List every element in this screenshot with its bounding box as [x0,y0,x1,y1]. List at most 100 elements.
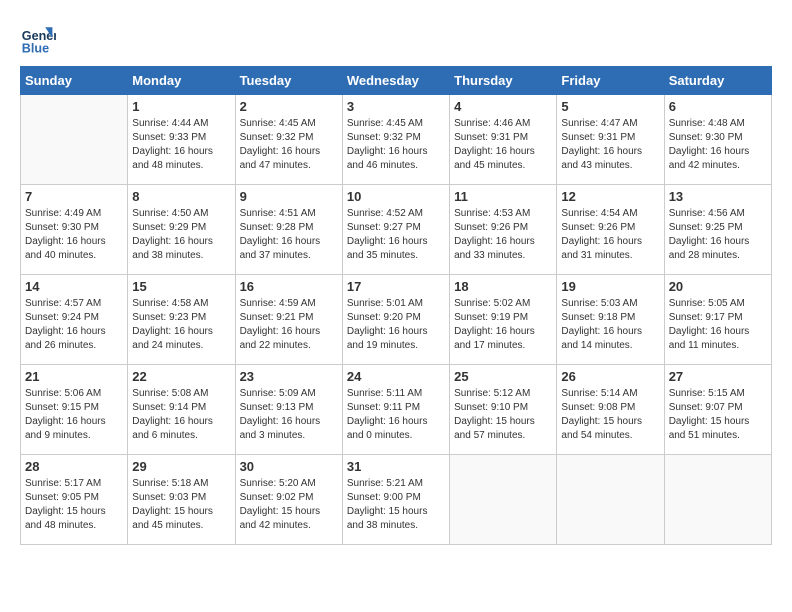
weekday-thursday: Thursday [450,67,557,95]
day-number: 5 [561,99,659,114]
weekday-header-row: SundayMondayTuesdayWednesdayThursdayFrid… [21,67,772,95]
day-info: Sunrise: 5:06 AM Sunset: 9:15 PM Dayligh… [25,387,123,443]
week-row-2: 7 Sunrise: 4:49 AM Sunset: 9:30 PM Daylig… [21,185,772,275]
weekday-monday: Monday [128,67,235,95]
calendar-body: 1 Sunrise: 4:44 AM Sunset: 9:33 PM Daylig… [21,95,772,545]
calendar-cell: 9 Sunrise: 4:51 AM Sunset: 9:28 PM Daylig… [235,185,342,275]
calendar-cell: 24 Sunrise: 5:11 AM Sunset: 9:11 PM Dayli… [342,365,449,455]
calendar-cell [664,455,771,545]
calendar-cell [557,455,664,545]
svg-text:Blue: Blue [22,41,49,55]
day-number: 3 [347,99,445,114]
day-info: Sunrise: 4:47 AM Sunset: 9:31 PM Dayligh… [561,117,659,173]
calendar-cell: 26Sunrise: 5:14 AM Sunset: 9:08 PM Dayli… [557,365,664,455]
day-info: Sunrise: 4:58 AM Sunset: 9:23 PM Dayligh… [132,297,230,353]
logo: General Blue [20,20,62,56]
calendar-cell: 14 Sunrise: 4:57 AM Sunset: 9:24 PM Dayli… [21,275,128,365]
day-info: Sunrise: 4:51 AM Sunset: 9:28 PM Dayligh… [240,207,338,263]
calendar-cell: 23 Sunrise: 5:09 AM Sunset: 9:13 PM Dayli… [235,365,342,455]
day-info: Sunrise: 5:20 AM Sunset: 9:02 PM Dayligh… [240,477,338,533]
day-info: Sunrise: 5:09 AM Sunset: 9:13 PM Dayligh… [240,387,338,443]
day-number: 19 [561,279,659,294]
logo-icon: General Blue [20,20,56,56]
week-row-3: 14 Sunrise: 4:57 AM Sunset: 9:24 PM Dayli… [21,275,772,365]
day-number: 8 [132,189,230,204]
day-number: 16 [240,279,338,294]
weekday-tuesday: Tuesday [235,67,342,95]
calendar-cell: 21 Sunrise: 5:06 AM Sunset: 9:15 PM Dayli… [21,365,128,455]
day-number: 2 [240,99,338,114]
day-info: Sunrise: 5:21 AM Sunset: 9:00 PM Dayligh… [347,477,445,533]
day-number: 9 [240,189,338,204]
day-number: 13 [669,189,767,204]
day-number: 28 [25,459,123,474]
day-number: 27 [669,369,767,384]
day-info: Sunrise: 4:45 AM Sunset: 9:32 PM Dayligh… [347,117,445,173]
calendar-cell: 1 Sunrise: 4:44 AM Sunset: 9:33 PM Daylig… [128,95,235,185]
day-number: 21 [25,369,123,384]
calendar-cell: 11 Sunrise: 4:53 AM Sunset: 9:26 PM Dayli… [450,185,557,275]
calendar-cell: 22Sunrise: 5:08 AM Sunset: 9:14 PM Dayli… [128,365,235,455]
calendar-cell: 28 Sunrise: 5:17 AM Sunset: 9:05 PM Dayli… [21,455,128,545]
day-number: 17 [347,279,445,294]
day-info: Sunrise: 5:14 AM Sunset: 9:08 PM Dayligh… [561,387,659,443]
day-info: Sunrise: 4:53 AM Sunset: 9:26 PM Dayligh… [454,207,552,263]
calendar-cell: 16 Sunrise: 4:59 AM Sunset: 9:21 PM Dayli… [235,275,342,365]
calendar-cell: 27 Sunrise: 5:15 AM Sunset: 9:07 PM Dayli… [664,365,771,455]
day-number: 6 [669,99,767,114]
calendar-cell: 13 Sunrise: 4:56 AM Sunset: 9:25 PM Dayli… [664,185,771,275]
day-info: Sunrise: 5:17 AM Sunset: 9:05 PM Dayligh… [25,477,123,533]
calendar-cell: 30 Sunrise: 5:20 AM Sunset: 9:02 PM Dayli… [235,455,342,545]
day-info: Sunrise: 4:57 AM Sunset: 9:24 PM Dayligh… [25,297,123,353]
week-row-5: 28 Sunrise: 5:17 AM Sunset: 9:05 PM Dayli… [21,455,772,545]
day-info: Sunrise: 4:48 AM Sunset: 9:30 PM Dayligh… [669,117,767,173]
calendar-cell: 20 Sunrise: 5:05 AM Sunset: 9:17 PM Dayli… [664,275,771,365]
day-number: 20 [669,279,767,294]
day-info: Sunrise: 5:12 AM Sunset: 9:10 PM Dayligh… [454,387,552,443]
day-number: 4 [454,99,552,114]
day-number: 24 [347,369,445,384]
day-number: 15 [132,279,230,294]
day-info: Sunrise: 4:44 AM Sunset: 9:33 PM Dayligh… [132,117,230,173]
day-info: Sunrise: 5:08 AM Sunset: 9:14 PM Dayligh… [132,387,230,443]
calendar-cell: 31 Sunrise: 5:21 AM Sunset: 9:00 PM Dayli… [342,455,449,545]
calendar-cell: 10Sunrise: 4:52 AM Sunset: 9:27 PM Dayli… [342,185,449,275]
calendar-cell [21,95,128,185]
day-number: 7 [25,189,123,204]
day-info: Sunrise: 5:05 AM Sunset: 9:17 PM Dayligh… [669,297,767,353]
calendar-cell: 25Sunrise: 5:12 AM Sunset: 9:10 PM Dayli… [450,365,557,455]
calendar-cell: 7 Sunrise: 4:49 AM Sunset: 9:30 PM Daylig… [21,185,128,275]
calendar-cell: 17Sunrise: 5:01 AM Sunset: 9:20 PM Dayli… [342,275,449,365]
day-info: Sunrise: 5:02 AM Sunset: 9:19 PM Dayligh… [454,297,552,353]
day-number: 29 [132,459,230,474]
day-number: 30 [240,459,338,474]
day-info: Sunrise: 4:56 AM Sunset: 9:25 PM Dayligh… [669,207,767,263]
day-info: Sunrise: 5:15 AM Sunset: 9:07 PM Dayligh… [669,387,767,443]
day-number: 14 [25,279,123,294]
day-info: Sunrise: 4:49 AM Sunset: 9:30 PM Dayligh… [25,207,123,263]
calendar-table: SundayMondayTuesdayWednesdayThursdayFrid… [20,66,772,545]
weekday-wednesday: Wednesday [342,67,449,95]
weekday-friday: Friday [557,67,664,95]
calendar-cell: 4 Sunrise: 4:46 AM Sunset: 9:31 PM Daylig… [450,95,557,185]
day-number: 11 [454,189,552,204]
day-number: 1 [132,99,230,114]
calendar-cell: 19 Sunrise: 5:03 AM Sunset: 9:18 PM Dayli… [557,275,664,365]
calendar-cell: 6 Sunrise: 4:48 AM Sunset: 9:30 PM Daylig… [664,95,771,185]
calendar-cell: 2Sunrise: 4:45 AM Sunset: 9:32 PM Daylig… [235,95,342,185]
weekday-saturday: Saturday [664,67,771,95]
day-number: 23 [240,369,338,384]
day-info: Sunrise: 4:46 AM Sunset: 9:31 PM Dayligh… [454,117,552,173]
week-row-4: 21 Sunrise: 5:06 AM Sunset: 9:15 PM Dayli… [21,365,772,455]
page-header: General Blue [20,20,772,56]
day-info: Sunrise: 4:59 AM Sunset: 9:21 PM Dayligh… [240,297,338,353]
day-number: 12 [561,189,659,204]
calendar-cell: 8Sunrise: 4:50 AM Sunset: 9:29 PM Daylig… [128,185,235,275]
day-info: Sunrise: 5:03 AM Sunset: 9:18 PM Dayligh… [561,297,659,353]
day-info: Sunrise: 5:18 AM Sunset: 9:03 PM Dayligh… [132,477,230,533]
week-row-1: 1 Sunrise: 4:44 AM Sunset: 9:33 PM Daylig… [21,95,772,185]
day-info: Sunrise: 5:11 AM Sunset: 9:11 PM Dayligh… [347,387,445,443]
calendar-cell: 29 Sunrise: 5:18 AM Sunset: 9:03 PM Dayli… [128,455,235,545]
day-number: 31 [347,459,445,474]
calendar-cell: 3 Sunrise: 4:45 AM Sunset: 9:32 PM Daylig… [342,95,449,185]
